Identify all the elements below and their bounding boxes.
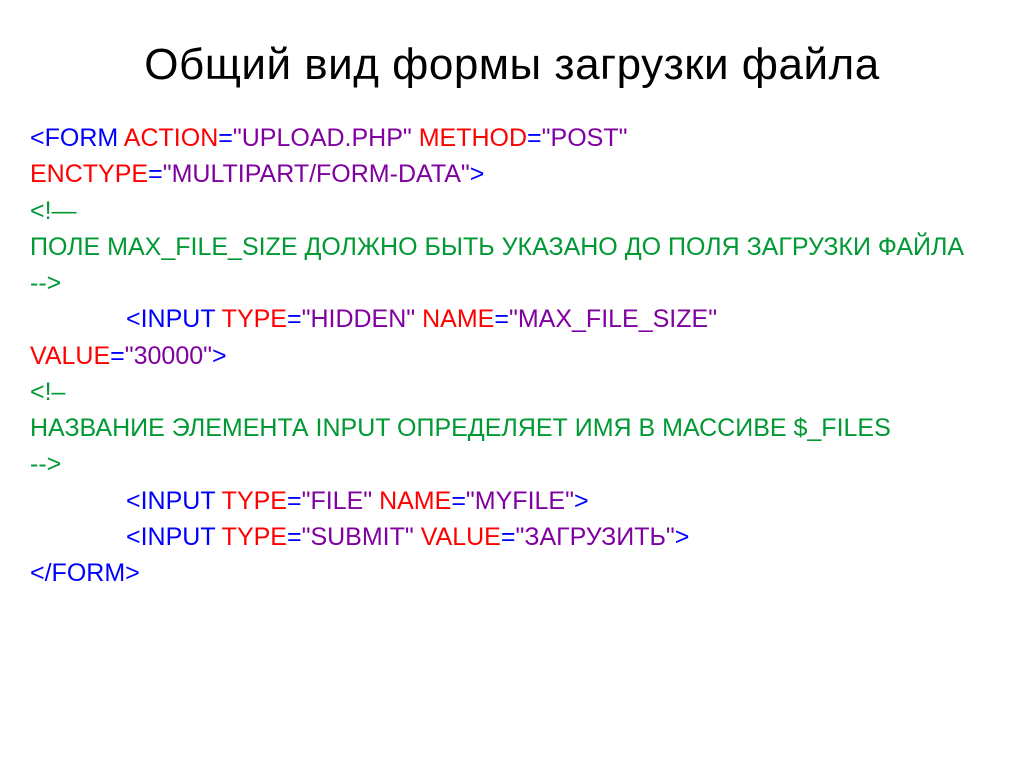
- equals: =: [501, 523, 516, 551]
- angle-close: >: [574, 487, 589, 515]
- value-type-hidden: "HIDDEN": [302, 305, 416, 333]
- comment-text-2: НАЗВАНИЕ ЭЛЕМЕНТА INPUT ОПРЕДЕЛЯЕТ ИМЯ В…: [30, 414, 891, 442]
- attr-value: VALUE: [30, 342, 110, 370]
- tag-form: FORM: [45, 124, 119, 152]
- space: [412, 124, 419, 152]
- comment-text-1: ПОЛЕ MAX_FILE_SIZE ДОЛЖНО БЫТЬ УКАЗАНО Д…: [30, 233, 964, 261]
- value-submit-label: "ЗАГРУЗИТЬ": [515, 523, 674, 551]
- angle-close: >: [470, 160, 485, 188]
- attr-name: NAME: [379, 487, 451, 515]
- code-block: <FORM ACTION="UPLOAD.PHP" METHOD="POST" …: [30, 120, 994, 591]
- attr-value: VALUE: [421, 523, 501, 551]
- attr-method: METHOD: [419, 124, 527, 152]
- equals: =: [287, 305, 302, 333]
- attr-type: TYPE: [222, 487, 287, 515]
- value-enctype: "MULTIPART/FORM-DATA": [163, 160, 470, 188]
- equals: =: [287, 523, 302, 551]
- tag-form-close: FORM: [52, 559, 126, 587]
- angle-open: <: [126, 305, 141, 333]
- attr-action: ACTION: [124, 124, 218, 152]
- equals: =: [148, 160, 163, 188]
- indented-line: <INPUT TYPE="FILE" NAME="MYFILE">: [30, 483, 994, 519]
- value-type-submit: "SUBMIT": [302, 523, 414, 551]
- value-action: "UPLOAD.PHP": [233, 124, 412, 152]
- angle-close: >: [125, 559, 140, 587]
- equals: =: [218, 124, 233, 152]
- angle-open: <: [126, 523, 141, 551]
- value-method: "POST": [542, 124, 628, 152]
- attr-type: TYPE: [222, 305, 287, 333]
- angle-close: >: [212, 342, 227, 370]
- value-name-myfile: "MYFILE": [466, 487, 574, 515]
- comment-close: -->: [30, 269, 61, 297]
- attr-type: TYPE: [222, 523, 287, 551]
- comment-close-2: -->: [30, 450, 61, 478]
- indented-line: <INPUT TYPE="HIDDEN" NAME="MAX_FILE_SIZE…: [30, 301, 994, 337]
- comment-open: <!—: [30, 197, 77, 225]
- attr-enctype: ENCTYPE: [30, 160, 148, 188]
- equals: =: [494, 305, 509, 333]
- attr-name: NAME: [422, 305, 494, 333]
- value-name-maxfilesize: "MAX_FILE_SIZE": [509, 305, 717, 333]
- indented-line: <INPUT TYPE="SUBMIT" VALUE="ЗАГРУЗИТЬ">: [30, 519, 994, 555]
- tag-input: INPUT: [141, 487, 216, 515]
- equals: =: [110, 342, 125, 370]
- angle-open-slash: </: [30, 559, 52, 587]
- angle-close: >: [675, 523, 690, 551]
- tag-input: INPUT: [141, 523, 216, 551]
- comment-open-2: <!–: [30, 378, 65, 406]
- slide: Общий вид формы загрузки файла <FORM ACT…: [0, 0, 1024, 767]
- space: [414, 523, 421, 551]
- equals: =: [451, 487, 466, 515]
- tag-input: INPUT: [141, 305, 216, 333]
- value-30000: "30000": [125, 342, 212, 370]
- value-type-file: "FILE": [302, 487, 373, 515]
- equals: =: [527, 124, 542, 152]
- slide-title: Общий вид формы загрузки файла: [30, 40, 994, 90]
- angle-open: <: [126, 487, 141, 515]
- angle-open: <: [30, 124, 45, 152]
- equals: =: [287, 487, 302, 515]
